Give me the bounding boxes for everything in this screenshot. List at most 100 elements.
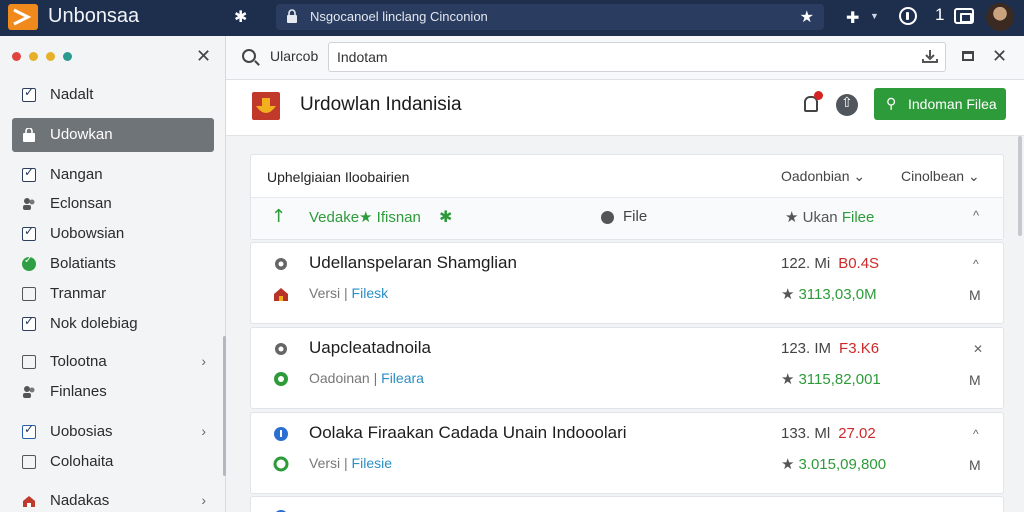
sidebar-item[interactable]: Eclonsan [12, 189, 214, 219]
gear-icon [275, 258, 287, 270]
file-title: Oolaka Firaakan Cadada Unain Indooolari [309, 423, 627, 442]
box-icon [22, 355, 36, 369]
bookmark-star-icon[interactable]: ★ [800, 7, 814, 27]
file-card[interactable] [250, 496, 1004, 512]
file-title: Uapcleatadnoila [309, 338, 431, 357]
filter-dropdown-label: Oadonbian [781, 168, 850, 184]
chevron-right-icon[interactable]: › [201, 492, 206, 508]
sidebar-item-label: Eclonsan [50, 195, 112, 212]
share-icon[interactable] [836, 94, 858, 116]
house-icon [274, 288, 288, 301]
main-scrollbar[interactable] [1018, 136, 1022, 236]
sidebar-item-label: Udowkan [50, 126, 113, 143]
file-amount-value: 3.015,09,800 [798, 456, 887, 473]
chevron-down-icon[interactable]: ▼ [870, 11, 879, 21]
sidebar-item[interactable]: Nok dolebiag [12, 309, 214, 339]
sidebar-item-label: Tranmar [50, 285, 107, 302]
app-title: Unbonsaa [48, 5, 140, 27]
sidebar-item[interactable]: Uobosias › [12, 417, 214, 447]
sidebar-item-active[interactable]: Udowkan [12, 118, 214, 152]
file-card[interactable]: Uapcleatadnoila Oadoinan | Fileara 123. … [250, 327, 1004, 409]
extra-dot-icon[interactable] [63, 52, 72, 61]
sidebar-item-label: Finlanes [50, 383, 107, 400]
extensions-icon[interactable]: ✚ [846, 8, 859, 28]
sidebar-item-label: Nadalt [50, 86, 94, 103]
star-icon: ✱ [439, 207, 453, 226]
close-icon[interactable]: ✕ [992, 46, 1007, 67]
file-card[interactable]: Udellanspelaran Shamglian Versi | Filesk… [250, 242, 1004, 324]
search-icon[interactable] [242, 49, 256, 63]
sidebar: ✕ Nadalt Udowkan Nangan Eclonsan Uobowsi… [0, 36, 226, 512]
sidebar-item[interactable]: Tolootna › [12, 347, 214, 377]
minimize-dot-icon[interactable] [29, 52, 38, 61]
file-subtext: Versi | Filesie [309, 455, 393, 471]
sidebar-item[interactable]: Finlanes [12, 377, 214, 407]
chevron-up-icon[interactable]: ^ [973, 427, 979, 441]
file-card[interactable]: Oolaka Firaakan Cadada Unain Indooolari … [250, 412, 1004, 494]
file-m-label: M [969, 457, 981, 473]
close-icon[interactable]: ✕ [973, 342, 983, 356]
page-title: Urdowlan Indanisia [300, 94, 462, 115]
sidebar-item-label: Nangan [50, 166, 103, 183]
pin-icon[interactable]: ✱ [234, 7, 247, 27]
sync-icon[interactable] [899, 7, 917, 25]
close-dot-icon[interactable] [12, 52, 21, 61]
search-input[interactable] [328, 42, 946, 72]
file-link[interactable]: Filesie [352, 455, 392, 471]
star-icon: ★ [785, 209, 799, 226]
chevron-right-icon[interactable]: › [201, 423, 206, 439]
file-title: Udellanspelaran Shamglian [309, 253, 517, 272]
sub-header-row[interactable]: ↑ Vedake★ Ifisnan ✱ File ★ Ukan Filee ^ [251, 198, 1003, 239]
sidebar-item[interactable]: Colohaita [12, 447, 214, 477]
chevron-right-icon[interactable]: › [201, 353, 206, 369]
file-subtext: Versi | Filesk [309, 285, 389, 301]
tabs-icon[interactable] [954, 8, 974, 24]
address-bar[interactable]: Nsgocanoel linclang Cinconion ★ [276, 4, 824, 30]
sidebar-item-label: Colohaita [50, 453, 114, 470]
maximize-dot-icon[interactable] [46, 52, 55, 61]
filter-dropdown[interactable]: Oadonbian ⌄ [781, 168, 865, 185]
people-icon [23, 386, 35, 398]
box-icon [22, 455, 36, 469]
file-amount: ★ 3115,82,001 [781, 370, 881, 388]
sidebar-item-label: Uobowsian [50, 225, 125, 242]
file-subtext: Oadoinan | Fileara [309, 370, 424, 386]
file-size-value: 133. Ml [781, 425, 831, 442]
sort-label[interactable]: ★ Ukan Filee [785, 208, 874, 226]
download-icon[interactable] [922, 49, 938, 63]
file-amount-value: 3113,03,0M [798, 286, 877, 303]
chevron-down-icon: ⌄ [853, 168, 866, 184]
main-content: Ularcob ✕ Urdowlan Indanisia ⚲ Indoman F… [226, 36, 1024, 512]
sync-arrows-icon [273, 456, 289, 472]
chevron-up-icon[interactable]: ^ [973, 257, 979, 271]
file-version: Oadoinan [309, 370, 370, 386]
sidebar-item[interactable]: Uobowsian [12, 219, 214, 249]
chevron-down-icon: ⌄ [967, 168, 980, 184]
sidebar-item[interactable]: Nadakas › [12, 486, 214, 512]
file-size-value: 122. Mi [781, 255, 831, 272]
refresh-icon [274, 372, 288, 386]
notification-badge [814, 91, 823, 100]
file-amount: ★ 3.015,09,800 [781, 455, 886, 473]
window-icon[interactable] [962, 51, 974, 61]
avatar[interactable] [986, 3, 1014, 31]
file-amount: ★ 3113,03,0M [781, 285, 877, 303]
file-size-accent: 27.02 [838, 425, 876, 442]
file-size-accent: B0.4S [838, 255, 880, 272]
file-m-label: M [969, 287, 981, 303]
sidebar-item[interactable]: Nadalt [12, 80, 214, 110]
sidebar-close-icon[interactable]: ✕ [196, 46, 211, 67]
file-lock-icon [23, 128, 35, 142]
sidebar-item[interactable]: Tranmar [12, 279, 214, 309]
sidebar-item[interactable]: Bolatiants [12, 249, 214, 279]
file-link[interactable]: Filesk [352, 285, 389, 301]
sidebar-item[interactable]: Nangan [12, 160, 214, 190]
star-icon: ★ [781, 371, 795, 388]
file-link[interactable]: Fileara [381, 370, 424, 386]
checkbox-icon [22, 85, 36, 102]
sort-dropdown[interactable]: Cinolbean ⌄ [901, 168, 980, 185]
file-size-value: 123. IM [781, 340, 832, 357]
house-icon [23, 496, 35, 507]
upload-files-button[interactable]: ⚲ Indoman Filea [874, 88, 1006, 120]
chevron-up-icon[interactable]: ^ [973, 208, 979, 223]
